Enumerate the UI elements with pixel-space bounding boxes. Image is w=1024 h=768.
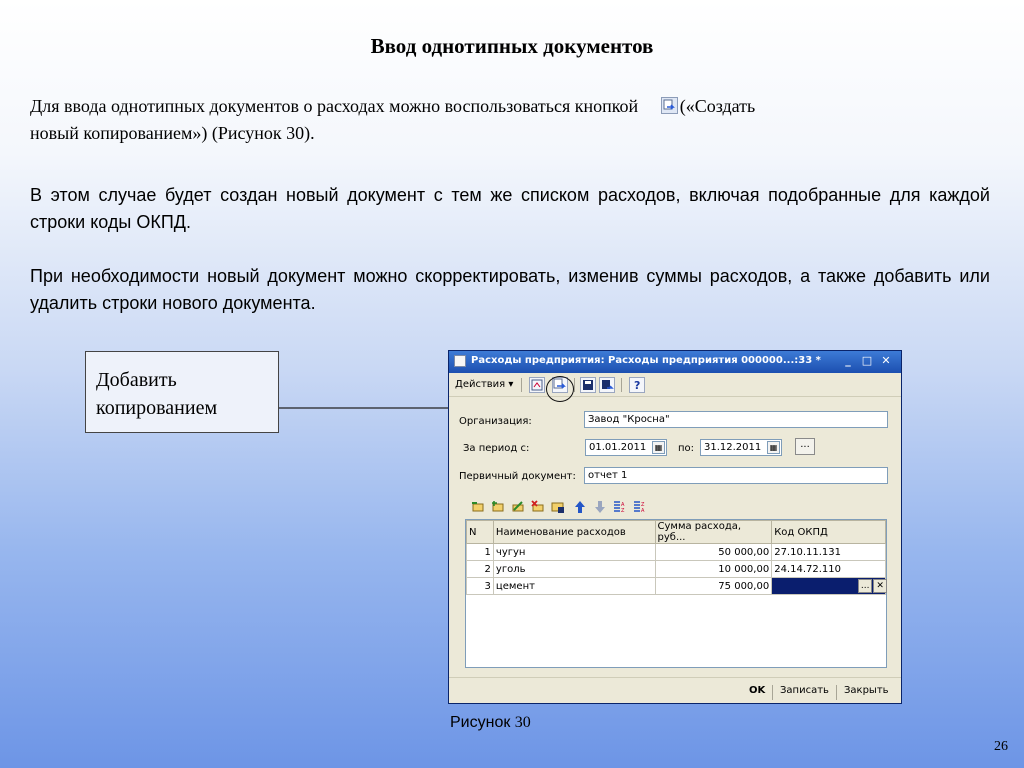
primary-doc-label: Первичный документ: xyxy=(459,471,576,482)
toolbar-separator xyxy=(621,378,622,392)
post-document-icon[interactable] xyxy=(599,377,615,393)
save-icon[interactable] xyxy=(580,377,596,393)
period-to-label: по: xyxy=(678,443,695,454)
column-header-okpd[interactable]: Код ОКПД xyxy=(771,520,886,544)
table-header-row: N Наименование расходов Сумма расхода, р… xyxy=(466,520,886,544)
document-app-icon xyxy=(454,355,466,367)
caption-word: Рисунок xyxy=(450,714,511,731)
close-window-button[interactable]: ✕ xyxy=(879,354,893,368)
row-okpd-code[interactable]: 27.10.11.131 xyxy=(771,543,886,561)
dialog-footer: OK Записать Закрыть xyxy=(449,677,901,703)
column-header-n[interactable]: N xyxy=(466,520,494,544)
toolbar-separator xyxy=(521,378,522,392)
okpd-clear-button[interactable]: ✕ xyxy=(873,579,888,593)
end-edit-icon[interactable] xyxy=(551,500,565,514)
dialog-window: Расходы предприятия: Расходы предприятия… xyxy=(448,350,902,704)
row-number: 2 xyxy=(466,560,494,578)
svg-text:Z: Z xyxy=(621,508,625,514)
okpd-select-button[interactable]: ... xyxy=(858,579,873,593)
footer-separator xyxy=(836,685,837,700)
slide-title: Ввод однотипных документов xyxy=(370,34,654,58)
ok-button[interactable]: OK xyxy=(749,685,765,696)
window-titlebar[interactable]: Расходы предприятия: Расходы предприятия… xyxy=(449,351,901,373)
svg-text:?: ? xyxy=(634,379,640,392)
period-label: За период с: xyxy=(463,443,530,454)
move-down-icon[interactable] xyxy=(593,500,607,514)
main-toolbar: Действия ▾ ? xyxy=(449,373,901,397)
copy-create-icon xyxy=(660,97,678,114)
calendar-from-icon[interactable]: ▦ xyxy=(652,441,665,454)
period-select-button[interactable]: ... xyxy=(795,438,815,455)
table-row[interactable]: 3 цемент 75 000,00 ... ✕ xyxy=(466,577,888,595)
callout-box: Добавить копированием xyxy=(85,351,279,433)
row-name[interactable]: чугун xyxy=(492,543,656,561)
help-icon[interactable]: ? xyxy=(629,377,645,393)
row-name[interactable]: уголь xyxy=(492,560,656,578)
primary-doc-field[interactable]: отчет 1 xyxy=(584,467,888,484)
paragraph-copy-result: В этом случае будет создан новый докумен… xyxy=(30,185,990,232)
minimize-button[interactable]: _ xyxy=(841,354,855,368)
paragraph-correction: При необходимости новый документ можно с… xyxy=(30,266,990,313)
close-button[interactable]: Закрыть xyxy=(844,685,889,696)
row-name[interactable]: цемент xyxy=(492,577,656,595)
organization-field[interactable]: Завод "Кросна" xyxy=(584,411,888,428)
svg-text:A: A xyxy=(641,508,645,514)
edit-row-icon[interactable] xyxy=(511,500,525,514)
callout-line1: Добавить xyxy=(96,369,177,391)
calendar-to-icon[interactable]: ▦ xyxy=(767,441,780,454)
callout-line2: копированием xyxy=(96,397,218,419)
toolbar-separator xyxy=(574,378,575,392)
row-okpd-code[interactable]: 24.14.72.110 xyxy=(771,560,886,578)
delete-row-icon[interactable] xyxy=(531,500,545,514)
sort-descending-icon[interactable]: ZA xyxy=(633,500,647,514)
row-sum[interactable]: 10 000,00 xyxy=(654,560,773,578)
intro-line1-end: («Создать xyxy=(679,96,756,116)
column-header-name[interactable]: Наименование расходов xyxy=(492,520,656,544)
page-number: 26 xyxy=(994,739,1008,754)
intro-line2-text: новый копированием») (Рисунок 30). xyxy=(30,123,315,143)
window-title: Расходы предприятия: Расходы предприятия… xyxy=(471,355,821,366)
figure-caption: Рисунок 30 xyxy=(450,714,531,732)
expenses-table: N Наименование расходов Сумма расхода, р… xyxy=(465,519,888,668)
row-number: 1 xyxy=(466,543,494,561)
organization-label: Организация: xyxy=(459,416,532,427)
sort-ascending-icon[interactable]: AZ xyxy=(613,500,627,514)
caption-number: 30 xyxy=(514,714,531,731)
footer-separator xyxy=(772,685,773,700)
maximize-button[interactable]: □ xyxy=(860,354,874,368)
table-row[interactable]: 1 чугун 50 000,00 27.10.11.131 xyxy=(466,543,886,561)
row-sum[interactable]: 75 000,00 xyxy=(654,577,773,595)
actions-menu[interactable]: Действия ▾ xyxy=(455,379,513,390)
row-sum[interactable]: 50 000,00 xyxy=(654,543,773,561)
view-structure-icon[interactable] xyxy=(529,377,545,393)
column-header-sum[interactable]: Сумма расхода, руб... xyxy=(654,520,773,544)
intro-text: Для ввода однотипных документов о расход… xyxy=(30,93,990,147)
save-button[interactable]: Записать xyxy=(780,685,829,696)
move-up-icon[interactable] xyxy=(573,500,587,514)
highlight-ring xyxy=(546,376,574,402)
table-row[interactable]: 2 уголь 10 000,00 24.14.72.110 xyxy=(466,560,886,578)
intro-line1-text: Для ввода однотипных документов о расход… xyxy=(30,96,639,116)
copy-row-icon[interactable] xyxy=(491,500,505,514)
row-number: 3 xyxy=(466,577,494,595)
okpd-code-editor[interactable]: ... ✕ xyxy=(771,577,888,595)
add-row-icon[interactable] xyxy=(471,500,485,514)
